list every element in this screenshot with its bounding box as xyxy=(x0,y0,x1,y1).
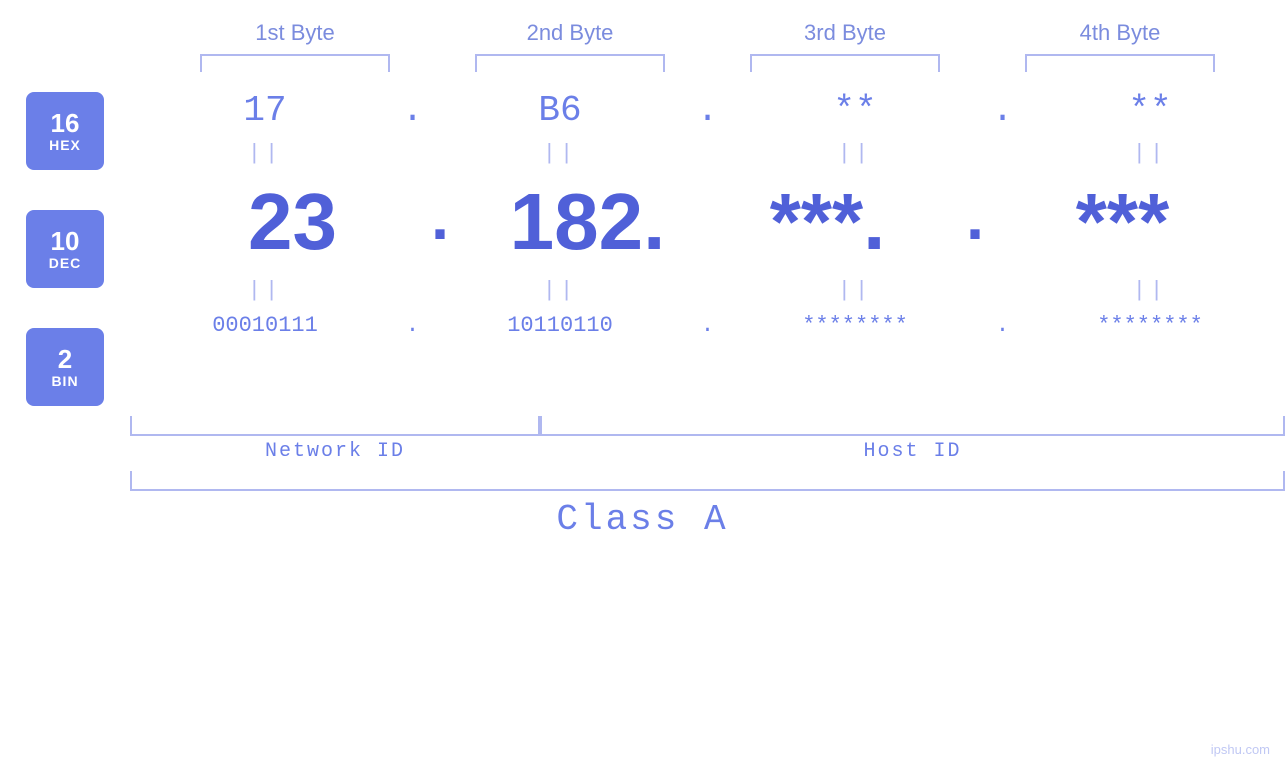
bin-value-3: ******** xyxy=(802,313,908,338)
byte-headers: 1st Byte 2nd Byte 3rd Byte 4th Byte xyxy=(158,20,1258,46)
bracket-top-2 xyxy=(475,54,665,72)
badge-hex: 16 HEX xyxy=(26,92,104,170)
bracket-network xyxy=(130,416,540,436)
dec-cell-4: *** xyxy=(1003,176,1243,268)
dec-value-2: 182. xyxy=(510,176,666,268)
bin-dot-3: . xyxy=(975,313,1030,338)
badge-dec-label: DEC xyxy=(49,255,82,271)
dec-cell-2: 182. xyxy=(468,176,708,268)
dec-value-3: ***. xyxy=(770,176,886,268)
hex-value-2: B6 xyxy=(538,90,581,131)
dec-value-4: *** xyxy=(1076,176,1169,268)
byte-label-2: 2nd Byte xyxy=(460,20,680,46)
bin-cells: 00010111 . 10110110 . ******** . *******… xyxy=(130,313,1285,338)
dec-dot-1: . xyxy=(413,185,468,259)
hex-value-1: 17 xyxy=(243,90,286,131)
data-rows: 17 . B6 . ** . ** xyxy=(130,82,1285,416)
hex-dot-3: . xyxy=(975,90,1030,131)
badge-dec-number: 10 xyxy=(51,227,80,256)
equals-2-1: || xyxy=(145,278,385,303)
badge-hex-label: HEX xyxy=(49,137,81,153)
network-id-label: Network ID xyxy=(130,440,540,463)
class-label-row: Class A xyxy=(0,499,1285,540)
equals-1-2: || xyxy=(440,141,680,166)
badge-bin-number: 2 xyxy=(58,345,72,374)
class-label: Class A xyxy=(556,499,728,540)
watermark: ipshu.com xyxy=(1211,742,1270,757)
hex-cell-4: ** xyxy=(1030,90,1270,131)
bottom-labels-row: Network ID Host ID xyxy=(130,440,1285,463)
dec-cells: 23 . 182. ***. . *** xyxy=(130,176,1285,268)
byte-label-3: 3rd Byte xyxy=(735,20,955,46)
byte-label-4: 4th Byte xyxy=(1010,20,1230,46)
bin-cell-1: 00010111 xyxy=(145,313,385,338)
hex-value-3: ** xyxy=(833,90,876,131)
bin-cell-4: ******** xyxy=(1030,313,1270,338)
hex-value-row: 17 . B6 . ** . ** xyxy=(130,82,1285,139)
bin-value-2: 10110110 xyxy=(507,313,613,338)
equals-2-2: || xyxy=(440,278,680,303)
hex-dot-1: . xyxy=(385,90,440,131)
hex-cell-3: ** xyxy=(735,90,975,131)
bin-value-1: 00010111 xyxy=(212,313,318,338)
equals-cells-1: || || || || xyxy=(130,141,1285,166)
equals-row-2: || || || || xyxy=(130,276,1285,305)
main-container: 1st Byte 2nd Byte 3rd Byte 4th Byte 16 H… xyxy=(0,0,1285,767)
equals-cells-2: || || || || xyxy=(130,278,1285,303)
badge-dec: 10 DEC xyxy=(26,210,104,288)
dec-cell-3: ***. xyxy=(708,176,948,268)
hex-cells: 17 . B6 . ** . ** xyxy=(130,90,1285,131)
outer-bracket xyxy=(130,471,1285,491)
dec-value-row: 23 . 182. ***. . *** xyxy=(130,168,1285,276)
bin-dot-1: . xyxy=(385,313,440,338)
bottom-brackets-container xyxy=(130,416,1285,436)
badge-hex-number: 16 xyxy=(51,109,80,138)
equals-2-4: || xyxy=(1030,278,1270,303)
dec-dot-3: . xyxy=(948,185,1003,259)
bin-dot-2: . xyxy=(680,313,735,338)
equals-2-3: || xyxy=(735,278,975,303)
badge-bin-label: BIN xyxy=(51,373,78,389)
top-brackets-row xyxy=(158,54,1258,72)
hex-dot-2: . xyxy=(680,90,735,131)
bracket-top-3 xyxy=(750,54,940,72)
badge-bin: 2 BIN xyxy=(26,328,104,406)
dec-value-1: 23 xyxy=(248,176,337,268)
bin-cell-2: 10110110 xyxy=(440,313,680,338)
bracket-top-1 xyxy=(200,54,390,72)
bin-cell-3: ******** xyxy=(735,313,975,338)
bin-value-4: ******** xyxy=(1097,313,1203,338)
hex-cell-2: B6 xyxy=(440,90,680,131)
equals-1-4: || xyxy=(1030,141,1270,166)
host-id-label: Host ID xyxy=(540,440,1285,463)
equals-1-3: || xyxy=(735,141,975,166)
bracket-host xyxy=(540,416,1285,436)
badges-column: 16 HEX 10 DEC 2 BIN xyxy=(0,82,130,416)
byte-label-1: 1st Byte xyxy=(185,20,405,46)
hex-cell-1: 17 xyxy=(145,90,385,131)
equals-1-1: || xyxy=(145,141,385,166)
bottom-section: Network ID Host ID xyxy=(0,416,1285,491)
hex-value-4: ** xyxy=(1128,90,1171,131)
bracket-top-4 xyxy=(1025,54,1215,72)
bin-value-row: 00010111 . 10110110 . ******** . *******… xyxy=(130,305,1285,346)
dec-cell-1: 23 xyxy=(173,176,413,268)
equals-row-1: || || || || xyxy=(130,139,1285,168)
